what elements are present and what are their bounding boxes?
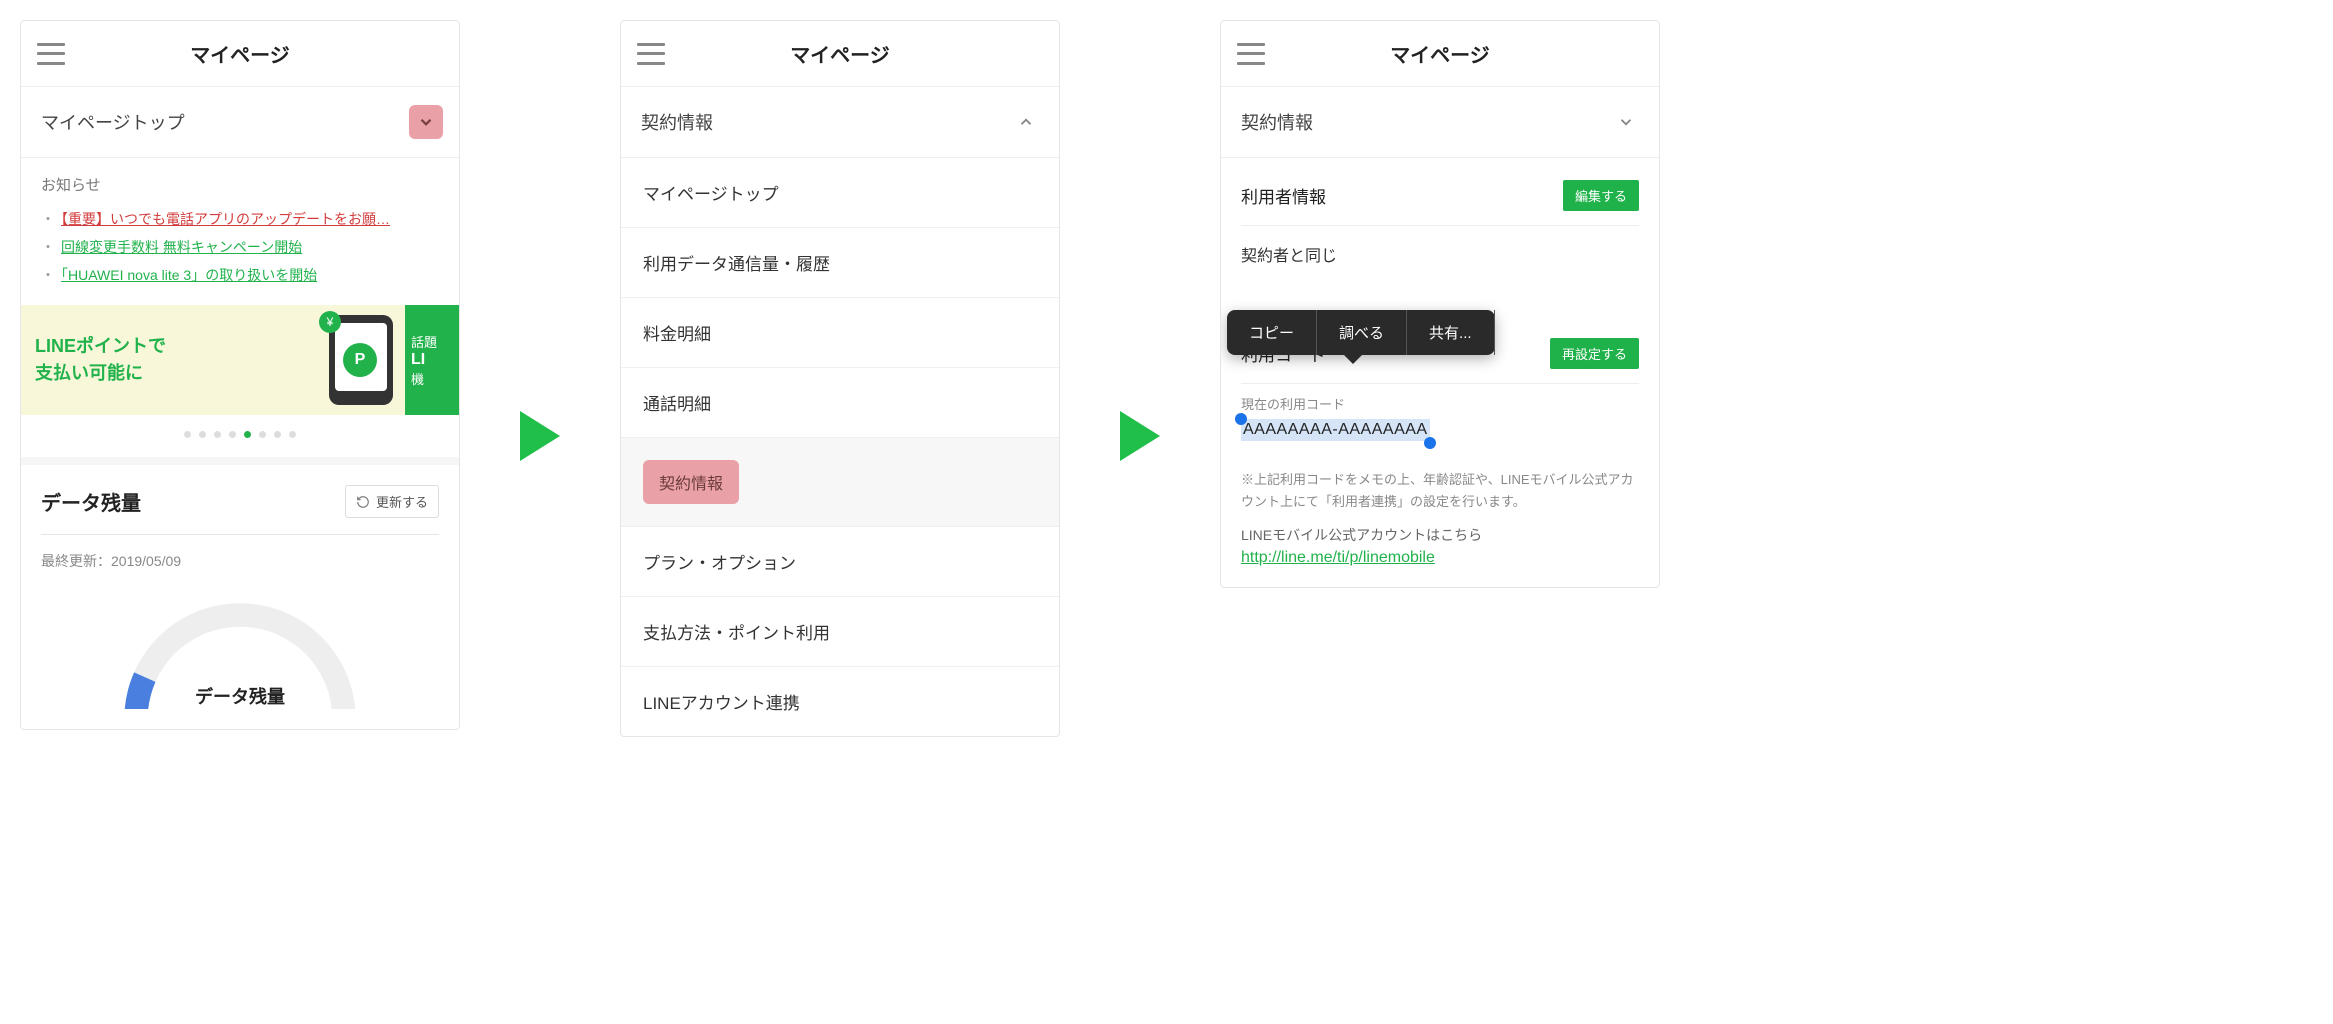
carousel-dots[interactable] [21,415,459,457]
section-title: マイページトップ [41,109,185,135]
same-as-contractor-value: 契約者と同じ [1241,226,1639,316]
promo-banner[interactable]: LINEポイントで 支払い可能に ¥ P 話題 LI 機 [21,305,459,415]
menu-item-contract-info[interactable]: 契約情報 [621,438,1059,527]
menu-item-call-detail[interactable]: 通話明細 [621,368,1059,438]
notices-section: お知らせ ・【重要】いつでも電話アプリのアップデートをお願… ・回線変更手数料 … [21,158,459,297]
notices-heading: お知らせ [41,174,439,195]
section-accordion-header[interactable]: 契約情報 [1221,87,1659,158]
context-share-button[interactable]: 共有... [1407,310,1495,355]
screen-1-mypage-top: マイページ マイページトップ お知らせ ・【重要】いつでも電話アプリのアップデー… [20,20,460,730]
data-remaining-section: データ残量 更新する 最終更新：2019/05/09 データ残量 [21,457,459,729]
edit-button[interactable]: 編集する [1563,180,1639,211]
page-title: マイページ [1237,39,1643,68]
notice-item[interactable]: ・「HUAWEI nova lite 3」の取り扱いを開始 [41,261,439,289]
yen-badge-icon: ¥ [319,311,341,333]
chevron-down-icon[interactable] [409,105,443,139]
data-remaining-title: データ残量 [41,487,141,516]
screen-3-contract-detail: マイページ 契約情報 利用者情報 編集する 契約者と同じ 利用コード 再設定する… [1220,20,1660,588]
notice-item[interactable]: ・回線変更手数料 無料キャンペーン開始 [41,233,439,261]
user-info-row: 利用者情報 編集する [1241,158,1639,226]
selection-handle-icon[interactable] [1424,437,1436,449]
chevron-down-icon[interactable] [1609,105,1643,139]
line-mobile-link[interactable]: http://line.me/ti/p/linemobile [1241,549,1435,566]
user-info-label: 利用者情報 [1241,183,1326,208]
chevron-up-icon[interactable] [1009,105,1043,139]
header: マイページ [621,21,1059,87]
section-accordion-header[interactable]: 契約情報 [621,87,1059,158]
text-selection-context-menu: コピー 調べる 共有... [1227,310,1495,355]
menu-item-line-link[interactable]: LINEアカウント連携 [621,667,1059,736]
page-title: マイページ [637,39,1043,68]
menu-item-plan-option[interactable]: プラン・オプション [621,527,1059,597]
notice-item[interactable]: ・【重要】いつでも電話アプリのアップデートをお願… [41,205,439,233]
usage-code-value-selected[interactable]: AAAAAAAA-AAAAAAAA [1241,419,1430,441]
screen-2-menu-expanded: マイページ 契約情報 マイページトップ 利用データ通信量・履歴 料金明細 通話明… [620,20,1060,737]
current-code-label: 現在の利用コード [1241,394,1639,413]
point-badge-icon: P [343,343,377,377]
data-donut-chart: データ残量 [41,589,439,709]
flow-arrow-icon [1120,411,1160,466]
menu-item-billing[interactable]: 料金明細 [621,298,1059,368]
section-title: 契約情報 [641,109,713,135]
page-title: マイページ [37,39,443,68]
banner-side-peek: 話題 LI 機 [405,305,459,415]
flow-arrow-icon [520,411,560,466]
selection-handle-icon[interactable] [1235,413,1247,425]
reset-button[interactable]: 再設定する [1550,338,1639,369]
refresh-button[interactable]: 更新する [345,485,439,518]
context-lookup-button[interactable]: 調べる [1317,310,1407,355]
refresh-icon [356,495,370,509]
menu-item-payment[interactable]: 支払方法・ポイント利用 [621,597,1059,667]
last-updated: 最終更新：2019/05/09 [41,551,439,571]
section-accordion-header[interactable]: マイページトップ [21,87,459,158]
header: マイページ [21,21,459,87]
menu-item-mypage-top[interactable]: マイページトップ [621,158,1059,228]
menu-item-data-usage[interactable]: 利用データ通信量・履歴 [621,228,1059,298]
section-title: 契約情報 [1241,109,1313,135]
banner-text: LINEポイントで 支払い可能に [35,333,166,387]
header: マイページ [1221,21,1659,87]
context-copy-button[interactable]: コピー [1227,310,1317,355]
official-account-note: LINEモバイル公式アカウントはこちら [1241,525,1639,545]
usage-code-note: ※上記利用コードをメモの上、年齢認証や、LINEモバイル公式アカウント上にて「利… [1241,469,1639,513]
